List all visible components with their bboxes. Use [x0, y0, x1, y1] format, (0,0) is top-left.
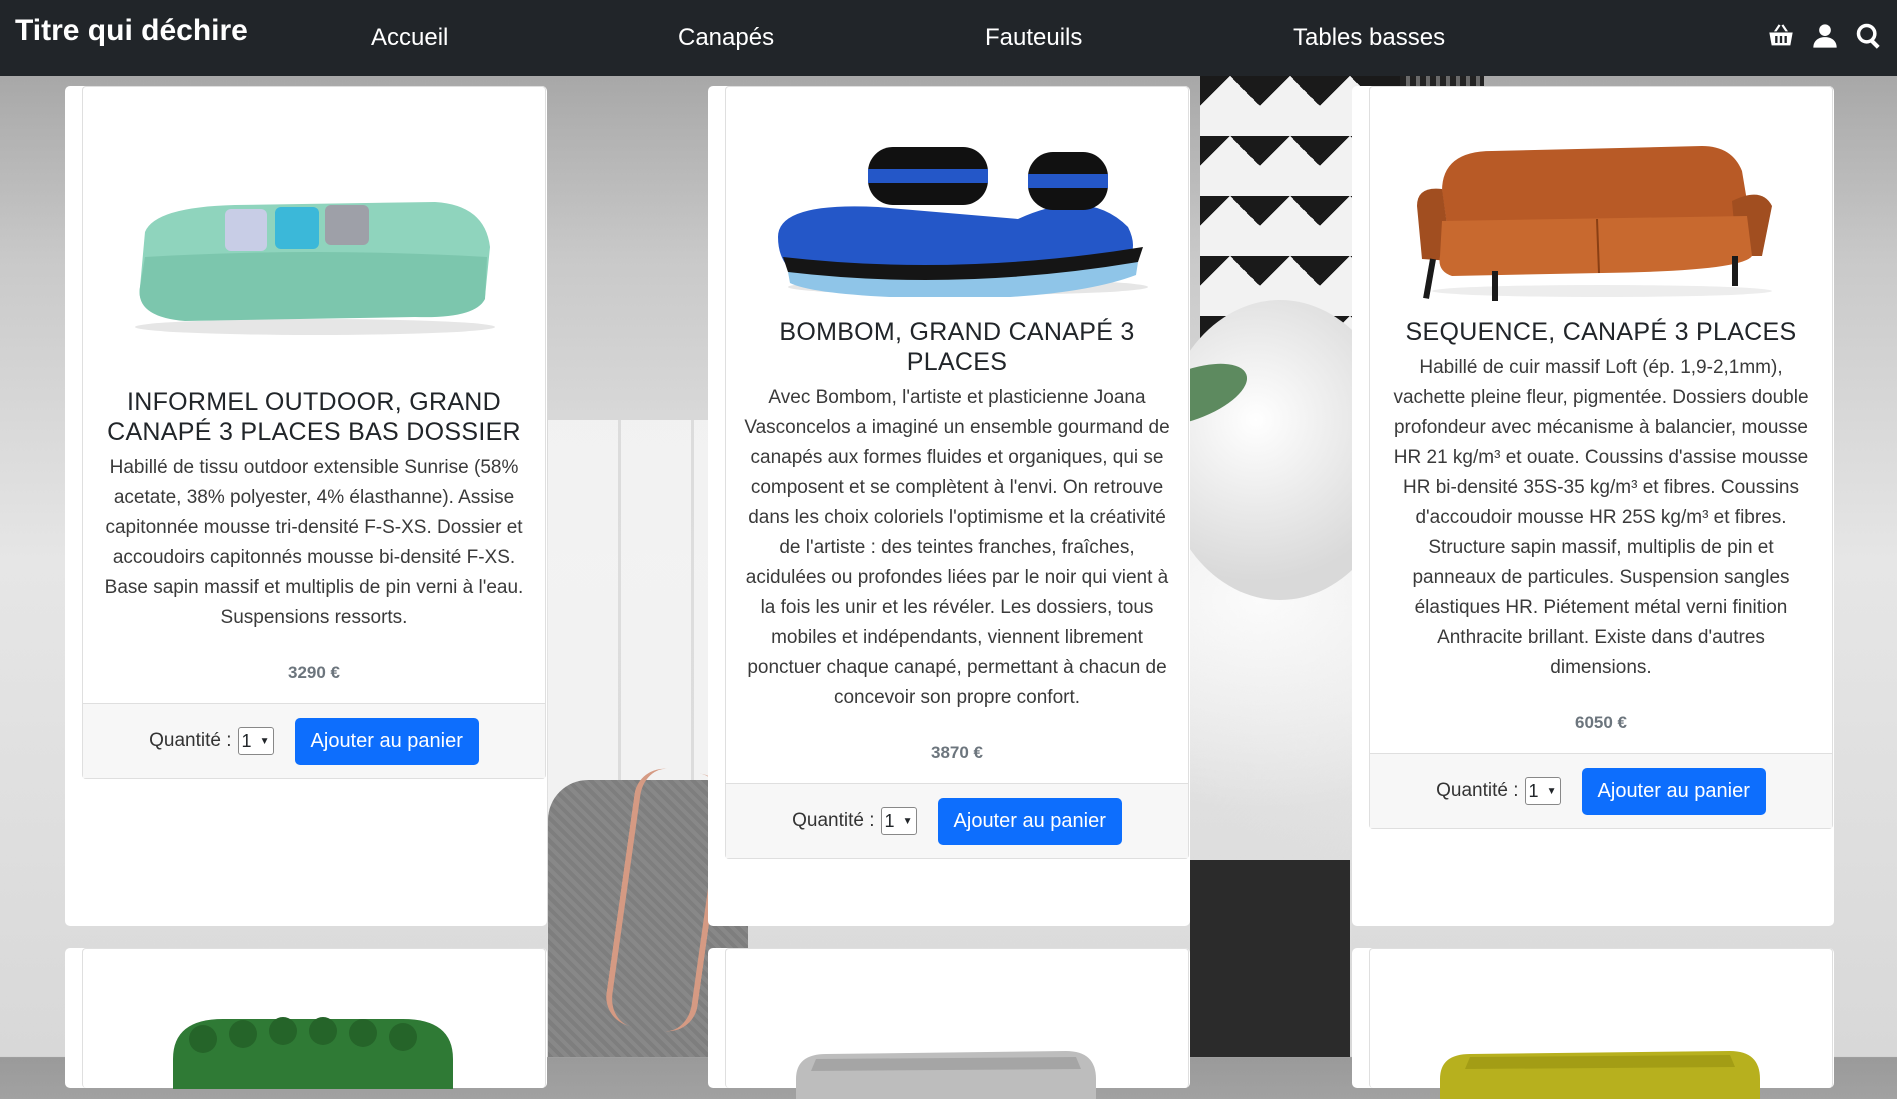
quantity-value: 1 — [1528, 780, 1539, 801]
product-title: BOMBOM, GRAND CANAPÉ 3 PLACES — [779, 318, 1135, 376]
product-column-1: INFORMEL OUTDOOR, GRAND CANAPÉ 3 PLACES … — [65, 86, 547, 926]
product-title: SEQUENCE, CANAPÉ 3 PLACES — [1405, 318, 1797, 346]
user-icon[interactable] — [1811, 22, 1839, 50]
product-description: Habillé de tissu outdoor extensible Sunr… — [104, 457, 524, 628]
basket-icon[interactable] — [1767, 22, 1795, 50]
nav-link-tables-basses[interactable]: Tables basses — [1293, 24, 1445, 52]
card-footer: Quantité : 1 ▼ Ajouter au panier — [1370, 753, 1832, 828]
product-card — [725, 948, 1189, 1099]
quantity-value: 1 — [241, 730, 252, 751]
quantity-select[interactable]: 1 ▼ — [880, 807, 917, 835]
product-price: 6050 € — [1575, 713, 1627, 732]
product-price: 3290 € — [288, 663, 340, 682]
quantity-label: Quantité : — [792, 810, 875, 831]
chevron-down-icon: ▼ — [259, 735, 270, 747]
nav-link-canapes[interactable]: Canapés — [678, 24, 774, 52]
product-column-6 — [1352, 948, 1834, 1099]
quantity-label: Quantité : — [1436, 780, 1519, 801]
product-image[interactable] — [726, 949, 1188, 1099]
product-description: Avec Bombom, l'artiste et plasticienne J… — [744, 387, 1170, 708]
nav-link-fauteuils[interactable]: Fauteuils — [985, 24, 1082, 52]
product-description: Habillé de cuir massif Loft (ép. 1,9-2,1… — [1393, 357, 1809, 678]
nav-icon-group — [1767, 22, 1883, 50]
product-column-3: SEQUENCE, CANAPÉ 3 PLACES Habillé de cui… — [1352, 86, 1834, 926]
product-image[interactable] — [726, 87, 1188, 317]
chevron-down-icon: ▼ — [902, 815, 913, 827]
product-image[interactable] — [1370, 87, 1832, 317]
top-navbar: Titre qui déchire Accueil Canapés Fauteu… — [0, 0, 1897, 76]
card-footer: Quantité : 1 ▼ Ajouter au panier — [83, 703, 545, 778]
quantity-select[interactable]: 1 ▼ — [1524, 777, 1561, 805]
product-price: 3870 € — [931, 743, 983, 762]
quantity-value: 1 — [884, 810, 895, 831]
product-image[interactable] — [83, 949, 545, 1089]
add-to-cart-button[interactable]: Ajouter au panier — [1581, 767, 1766, 815]
product-card — [1369, 948, 1833, 1099]
background-dark-object — [1190, 860, 1350, 1057]
quantity-select[interactable]: 1 ▼ — [237, 727, 274, 755]
search-icon[interactable] — [1855, 22, 1883, 50]
add-to-cart-button[interactable]: Ajouter au panier — [294, 717, 479, 765]
product-column-4 — [65, 948, 547, 1089]
site-brand[interactable]: Titre qui déchire — [15, 14, 248, 48]
product-card: SEQUENCE, CANAPÉ 3 PLACES Habillé de cui… — [1369, 86, 1833, 829]
product-card — [82, 948, 546, 1089]
product-card: INFORMEL OUTDOOR, GRAND CANAPÉ 3 PLACES … — [82, 86, 546, 779]
nav-link-accueil[interactable]: Accueil — [371, 24, 448, 52]
add-to-cart-button[interactable]: Ajouter au panier — [937, 797, 1122, 845]
product-title: INFORMEL OUTDOOR, GRAND CANAPÉ 3 PLACES … — [107, 388, 521, 446]
quantity-label: Quantité : — [149, 730, 232, 751]
product-column-5 — [708, 948, 1190, 1099]
product-image[interactable] — [1370, 949, 1832, 1099]
product-card: BOMBOM, GRAND CANAPÉ 3 PLACES Avec Bombo… — [725, 86, 1189, 859]
product-image[interactable] — [83, 87, 545, 387]
card-footer: Quantité : 1 ▼ Ajouter au panier — [726, 783, 1188, 858]
chevron-down-icon: ▼ — [1546, 785, 1557, 797]
product-column-2: BOMBOM, GRAND CANAPÉ 3 PLACES Avec Bombo… — [708, 86, 1190, 926]
